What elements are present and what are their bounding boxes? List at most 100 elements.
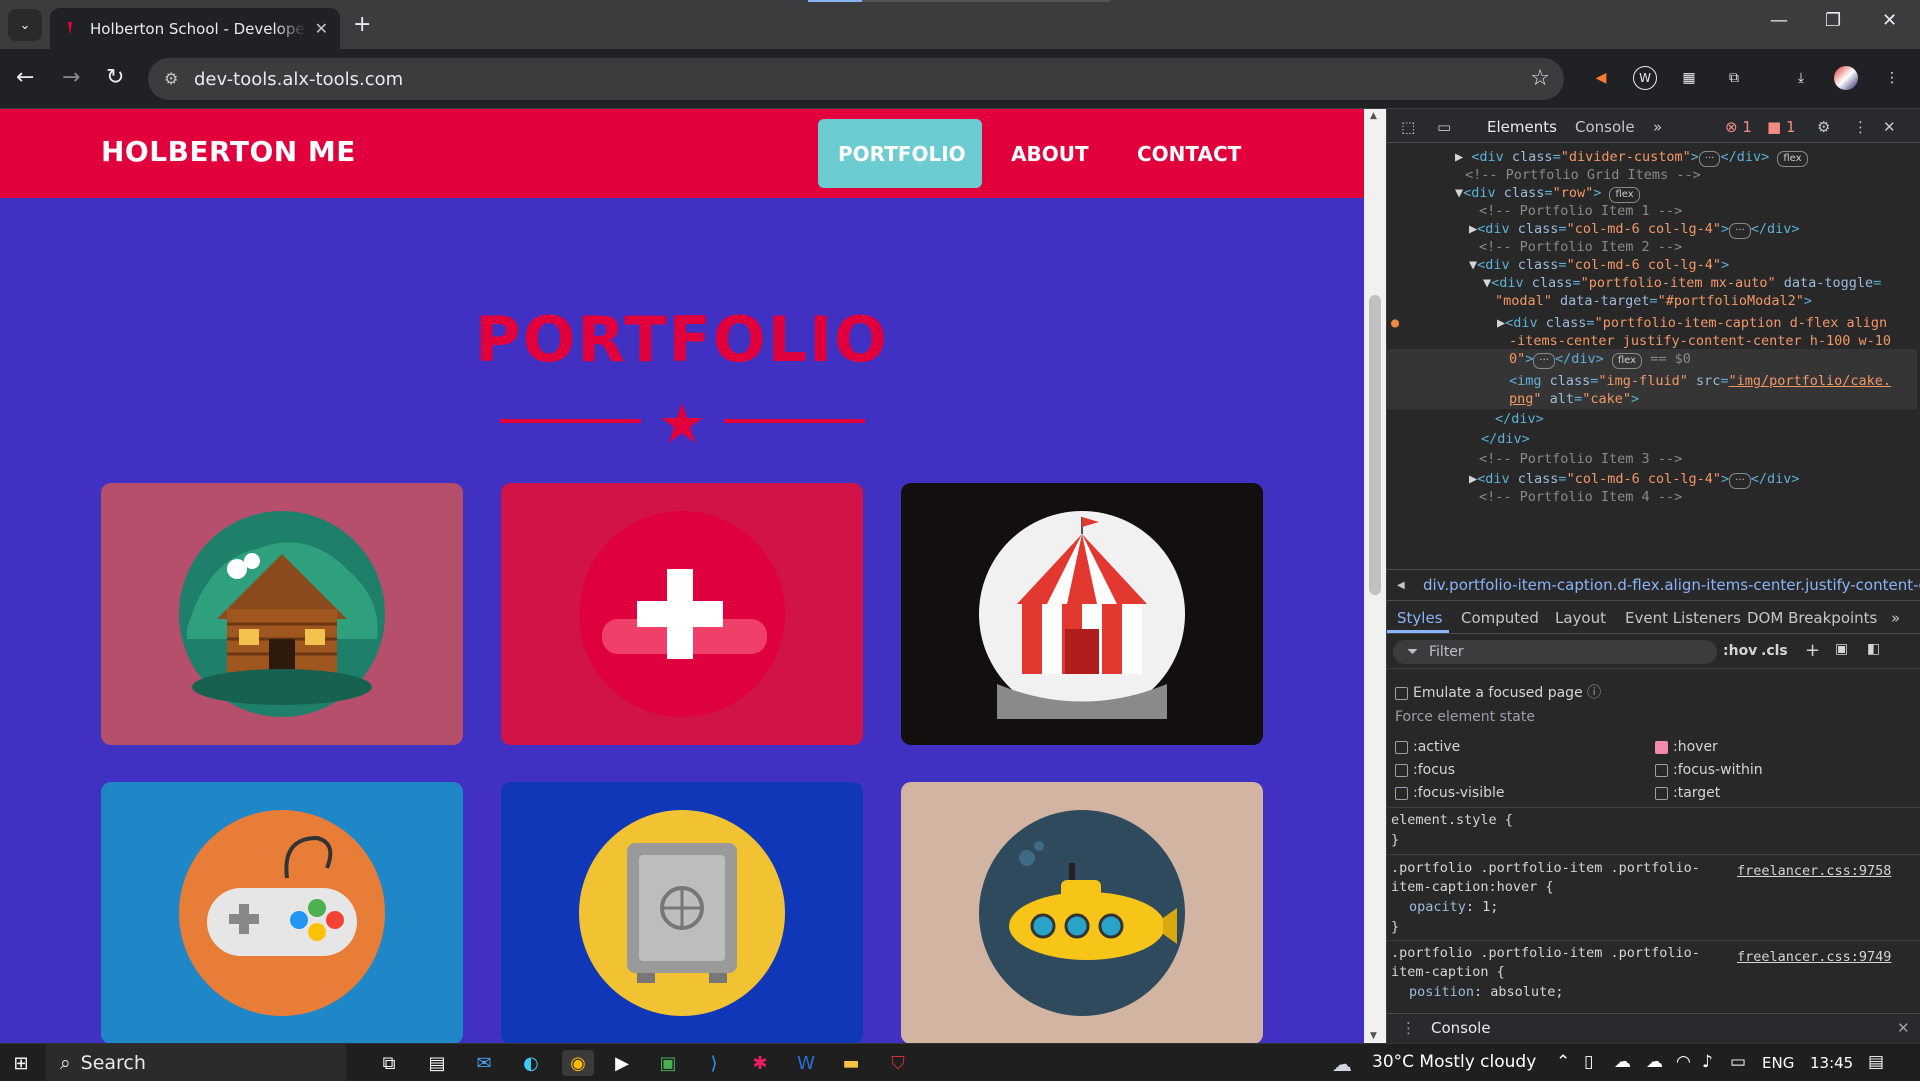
cls-toggle[interactable]: .cls bbox=[1761, 643, 1788, 659]
state-target[interactable]: :target bbox=[1655, 785, 1720, 801]
add-rule-icon[interactable]: + bbox=[1805, 640, 1820, 661]
tab-styles[interactable]: Styles bbox=[1397, 609, 1443, 627]
dom-line[interactable]: ▶<div class="col-md-6 col-lg-4"> ··· </div… bbox=[1469, 469, 1799, 489]
tab-dom-breakpoints[interactable]: DOM Breakpoints bbox=[1747, 609, 1877, 627]
checkbox[interactable] bbox=[1395, 763, 1408, 777]
console-drawer-bar[interactable]: ⋮ Console ✕ bbox=[1387, 1013, 1920, 1043]
portfolio-item-circus[interactable] bbox=[901, 483, 1263, 745]
wifi-icon[interactable]: ◠ bbox=[1676, 1052, 1691, 1072]
dom-line[interactable]: <!-- Portfolio Item 1 --> bbox=[1479, 201, 1682, 221]
weather-text[interactable]: 30°C Mostly cloudy bbox=[1372, 1052, 1536, 1072]
extensions-puzzle-icon[interactable]: ⧉ bbox=[1722, 66, 1746, 90]
tab-computed[interactable]: Computed bbox=[1461, 609, 1539, 627]
terminal-icon[interactable]: ▣ bbox=[655, 1050, 681, 1076]
close-tab-icon[interactable]: ✕ bbox=[315, 19, 328, 38]
nav-link-about[interactable]: ABOUT bbox=[991, 119, 1109, 188]
checkbox[interactable] bbox=[1395, 740, 1408, 754]
checkbox-checked[interactable] bbox=[1655, 740, 1668, 754]
nav-link-portfolio[interactable]: PORTFOLIO bbox=[818, 119, 982, 188]
more-tabs-icon[interactable]: » bbox=[1653, 118, 1662, 136]
mcafee-icon[interactable]: ⛉ bbox=[885, 1050, 911, 1076]
extension-qr-icon[interactable]: ▦ bbox=[1677, 66, 1701, 90]
volume-icon[interactable]: ♪ bbox=[1702, 1052, 1713, 1072]
dom-line-selected[interactable]: ● bbox=[1391, 313, 1399, 333]
bookmark-star-icon[interactable]: ☆ bbox=[1530, 66, 1550, 91]
tab-search-button[interactable]: ⌄ bbox=[8, 9, 42, 41]
devtools-menu-icon[interactable]: ⋮ bbox=[1853, 118, 1868, 136]
styles-filter-input[interactable]: ⏷ Filter bbox=[1393, 640, 1717, 664]
store-icon[interactable]: ▤ bbox=[424, 1050, 450, 1076]
back-icon[interactable]: ← bbox=[16, 65, 34, 90]
toggle-sidebar-icon[interactable]: ◧ bbox=[1867, 641, 1880, 657]
dom-line[interactable]: <!-- Portfolio Item 3 --> bbox=[1479, 449, 1682, 469]
dom-line[interactable]: ▼<div class="portfolio-item mx-auto" dat… bbox=[1483, 273, 1881, 293]
rule2-source-link[interactable]: freelancer.css:9749 bbox=[1737, 949, 1891, 965]
portfolio-item-safe[interactable] bbox=[501, 782, 863, 1043]
word-icon[interactable]: W bbox=[793, 1050, 819, 1076]
rule1-selector-b[interactable]: item-caption:hover { bbox=[1391, 879, 1554, 895]
scrollbar-thumb[interactable] bbox=[1369, 295, 1381, 595]
dom-breadcrumb[interactable]: ◀ div.portfolio-item-caption.d-flex.alig… bbox=[1387, 569, 1920, 601]
page-scrollbar[interactable]: ▲ ▼ bbox=[1364, 109, 1386, 1043]
notifications-icon[interactable]: ▤ bbox=[1868, 1052, 1884, 1072]
scroll-down-icon[interactable]: ▼ bbox=[1370, 1031, 1377, 1041]
tray-onedrive-icon[interactable]: ☁ bbox=[1646, 1052, 1663, 1072]
rule1-declaration[interactable]: opacity: 1; bbox=[1409, 899, 1498, 915]
checkbox[interactable] bbox=[1395, 686, 1408, 700]
state-active[interactable]: :active bbox=[1395, 739, 1460, 755]
rule1-source-link[interactable]: freelancer.css:9758 bbox=[1737, 863, 1891, 879]
drawer-close-icon[interactable]: ✕ bbox=[1897, 1019, 1910, 1037]
taskbar-search[interactable]: ⌕ Search bbox=[46, 1044, 346, 1081]
profile-avatar[interactable] bbox=[1834, 66, 1858, 90]
browser-tab-active[interactable]: Holberton School - Developer t ✕ bbox=[50, 8, 340, 49]
restore-icon[interactable]: ❐ bbox=[1825, 10, 1841, 31]
file-explorer-icon[interactable]: ▬ bbox=[838, 1050, 864, 1076]
state-focus-visible[interactable]: :focus-visible bbox=[1395, 785, 1505, 801]
dom-line[interactable]: ▼<div class="col-md-6 col-lg-4"> bbox=[1469, 255, 1729, 275]
chrome-icon[interactable]: ◉ bbox=[562, 1050, 594, 1076]
dom-line[interactable]: </div> bbox=[1481, 429, 1530, 449]
devtools-settings-icon[interactable]: ⚙ bbox=[1817, 118, 1830, 136]
rule2-declaration[interactable]: position: absolute; bbox=[1409, 984, 1563, 1000]
portfolio-item-submarine[interactable] bbox=[901, 782, 1263, 1043]
element-style-rule[interactable]: element.style { bbox=[1391, 812, 1513, 828]
dom-line[interactable]: 0"> ··· </div> flex == $0 bbox=[1509, 349, 1691, 369]
language-indicator[interactable]: ENG bbox=[1762, 1054, 1794, 1072]
state-focus[interactable]: :focus bbox=[1395, 762, 1455, 778]
rule1-selector-a[interactable]: .portfolio .portfolio-item .portfolio- bbox=[1391, 860, 1700, 876]
tab-event-listeners[interactable]: Event Listeners bbox=[1625, 609, 1741, 627]
tab-elements[interactable]: Elements bbox=[1487, 118, 1557, 136]
forward-icon[interactable]: → bbox=[62, 65, 80, 90]
nav-link-contact[interactable]: CONTACT bbox=[1117, 119, 1261, 188]
state-focus-within[interactable]: :focus-within bbox=[1655, 762, 1763, 778]
tab-layout[interactable]: Layout bbox=[1555, 609, 1606, 627]
media-player-icon[interactable]: ▶ bbox=[609, 1050, 635, 1076]
extension-w-icon[interactable]: W bbox=[1633, 66, 1657, 90]
vscode-icon[interactable]: ⟩ bbox=[701, 1050, 727, 1076]
extension-megaphone-icon[interactable]: ◀ bbox=[1589, 66, 1613, 90]
windows-start-icon[interactable]: ⊞ bbox=[8, 1050, 34, 1076]
dom-line[interactable]: ▶ <div class="divider-custom"> ··· </div> … bbox=[1455, 147, 1808, 167]
battery-icon[interactable]: ▭ bbox=[1730, 1052, 1746, 1072]
device-toolbar-icon[interactable]: ▭ bbox=[1437, 118, 1451, 136]
mail-icon[interactable]: ✉ bbox=[471, 1050, 497, 1076]
dom-line[interactable]: <img class="img-fluid" src="img/portfoli… bbox=[1509, 371, 1891, 391]
portfolio-item-cabin[interactable] bbox=[101, 483, 463, 745]
close-window-icon[interactable]: ✕ bbox=[1882, 10, 1897, 31]
new-tab-button[interactable]: + bbox=[353, 12, 371, 37]
checkbox[interactable] bbox=[1655, 786, 1668, 800]
dom-line[interactable]: <!-- Portfolio Item 2 --> bbox=[1479, 237, 1682, 257]
dom-line[interactable]: ▶<div class="portfolio-item-caption d-fl… bbox=[1497, 313, 1887, 333]
drawer-menu-icon[interactable]: ⋮ bbox=[1401, 1019, 1416, 1037]
dom-line[interactable]: png" alt="cake"> bbox=[1509, 389, 1639, 409]
slack-icon[interactable]: ✱ bbox=[747, 1050, 773, 1076]
state-hover[interactable]: :hover bbox=[1655, 739, 1718, 755]
rule2-selector-b[interactable]: item-caption { bbox=[1391, 964, 1505, 980]
hov-toggle[interactable]: :hov bbox=[1723, 643, 1757, 659]
devtools-close-icon[interactable]: ✕ bbox=[1883, 118, 1896, 136]
paint-brush-icon[interactable]: ▣ bbox=[1835, 641, 1848, 657]
download-icon[interactable]: ⤓ bbox=[1789, 66, 1813, 90]
scroll-up-icon[interactable]: ▲ bbox=[1370, 111, 1377, 121]
edge-icon[interactable]: ◐ bbox=[518, 1050, 544, 1076]
clock[interactable]: 13:45 bbox=[1810, 1054, 1853, 1072]
